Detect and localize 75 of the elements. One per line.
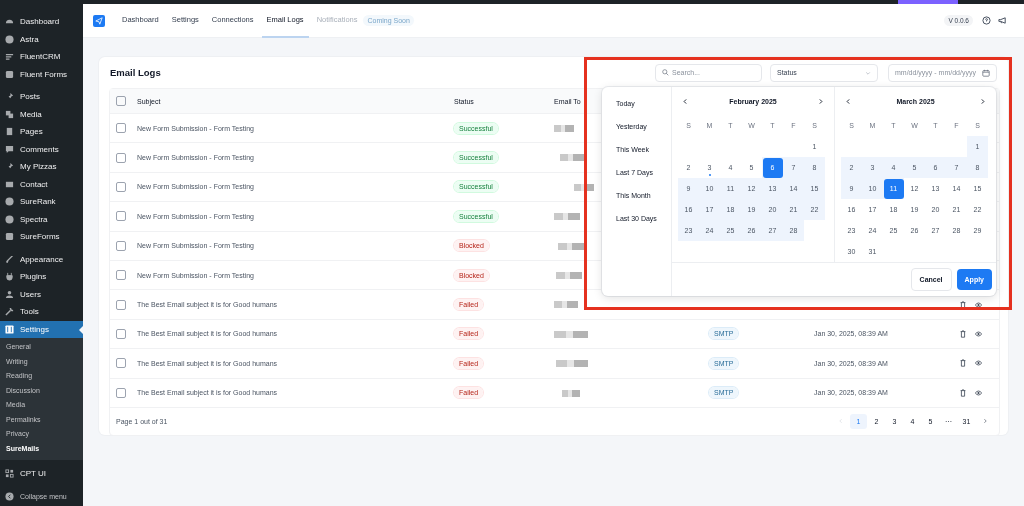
lines-icon [5,52,14,62]
eye-icon[interactable] [974,388,983,397]
blurred-email-placeholder [560,154,584,162]
megaphone-icon[interactable] [998,16,1007,25]
checkbox[interactable] [116,387,126,398]
media-icon [5,109,14,119]
app-logo-icon[interactable] [93,14,105,27]
checkbox[interactable] [116,270,126,281]
wrench-icon [5,307,14,317]
calendar-icon [982,68,990,77]
round-badge-icon [5,34,14,44]
blurred-email-placeholder [554,330,588,338]
sidebar-item[interactable]: Astra [0,30,83,48]
trash-icon[interactable] [959,359,967,368]
checkbox[interactable] [116,358,126,369]
checkbox[interactable] [116,211,126,222]
blurred-email-placeholder [556,271,582,279]
plug-icon [5,272,14,282]
sidebar-item[interactable]: Settings [0,320,83,338]
eye-icon[interactable] [974,329,983,338]
eye-icon[interactable] [974,300,983,309]
sidebar-item[interactable]: SureForms [0,228,83,246]
blurred-email-placeholder [554,125,574,132]
blurred-email-placeholder [562,389,580,397]
next-month-icon[interactable] [979,97,986,105]
trash-icon[interactable] [959,300,967,309]
checkbox[interactable] [116,240,126,251]
blurred-email-placeholder [558,242,584,250]
blurred-email-placeholder [554,213,580,221]
sidebar-item[interactable]: Contact [0,175,83,193]
envelope-icon [5,179,14,189]
sidebar-item[interactable]: Comments [0,140,83,158]
blurred-email-placeholder [554,301,578,309]
help-icon[interactable] [982,16,991,25]
admin-bar-segment [898,0,958,4]
sidebar-item[interactable]: Media [0,105,83,123]
blurred-email-placeholder [574,183,594,191]
sidebar-item[interactable]: Tools [0,303,83,321]
checkbox[interactable] [116,328,126,339]
brush-icon [5,254,14,264]
speech-bubble-icon [5,144,14,154]
sidebar-item[interactable]: Users [0,285,83,303]
user-icon [5,289,14,299]
grid-icon [5,469,14,479]
sidebar-item[interactable]: My Pizzas [0,158,83,176]
sidebar-item[interactable]: Appearance [0,250,83,268]
sidebar-item[interactable]: Posts [0,88,83,106]
chevron-down-icon [865,69,871,76]
collapse-icon [5,491,14,501]
next-month-icon[interactable] [817,97,824,105]
sidebar-item[interactable]: Dashboard [0,13,83,31]
sidebar-item[interactable]: Plugins [0,268,83,286]
checkbox[interactable] [116,123,126,134]
sidebar-item[interactable]: Fluent Forms [0,65,83,83]
sidebar-item[interactable]: Spectra [0,210,83,228]
form-icon [5,69,14,79]
checkbox[interactable] [116,299,126,310]
checkbox[interactable] [116,96,126,106]
previous-month-icon[interactable] [845,97,852,105]
sidebar-item[interactable]: SureRank [0,193,83,211]
sidebar-item[interactable]: Pages [0,123,83,141]
trash-icon[interactable] [959,388,967,397]
blurred-email-placeholder [556,360,588,368]
sidebar-item[interactable]: CPT UI [0,465,83,483]
card-title: Email Logs [110,67,162,78]
checkbox[interactable] [116,152,126,163]
sliders-icon [5,324,14,334]
sidebar-item[interactable]: FluentCRM [0,48,83,66]
trash-icon[interactable] [959,329,967,338]
form-icon [5,232,14,242]
search-icon [662,69,669,76]
previous-month-icon[interactable] [682,97,689,105]
checkbox[interactable] [116,181,126,192]
eye-icon[interactable] [974,359,983,368]
page-icon [5,127,14,137]
